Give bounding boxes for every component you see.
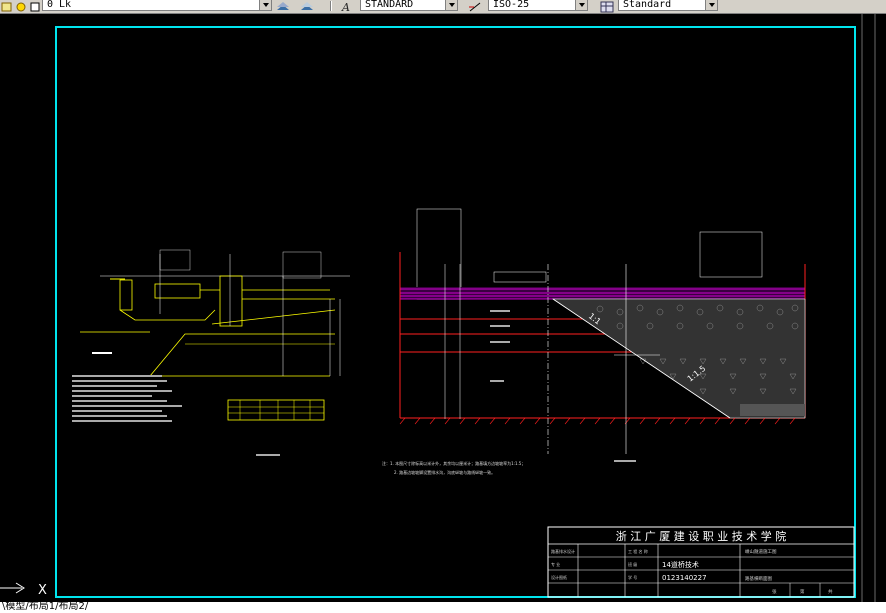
text-style-combo[interactable]: STANDARD xyxy=(360,0,458,11)
ucs-x-label: X xyxy=(38,583,47,598)
text-style-icon[interactable]: A xyxy=(340,0,354,14)
toolbar-separator xyxy=(330,1,332,11)
layer-previous-icon[interactable] xyxy=(300,0,314,12)
row-label: 班 级 xyxy=(628,561,637,567)
row-label: 设计图纸 xyxy=(551,574,567,580)
table-style-combo[interactable]: Standard xyxy=(618,0,718,11)
class-label: 14道桥技术 xyxy=(662,560,699,569)
note-line: 2. 路基边坡坡脚设置排水沟，沟底纵坡与路线纵坡一致。 xyxy=(394,469,495,475)
ucs-icon: X xyxy=(0,582,47,598)
school-name: 浙 江 广 厦 建 设 职 业 技 术 学 院 xyxy=(616,529,786,543)
notes: 注：1. 本图尺寸除标高以米计外，其余均以厘米计；路基填方边坡坡率为1:1.5；… xyxy=(382,460,525,475)
sheet-name: 路基横断面图 xyxy=(745,575,772,582)
text-style-value: STANDARD xyxy=(365,0,414,10)
student-id: 0123140227 xyxy=(662,574,707,582)
chevron-down-icon[interactable] xyxy=(705,0,717,10)
total-label: 共 xyxy=(828,588,833,595)
row-label: 路基排水设计 xyxy=(551,548,575,554)
table-style-value: Standard xyxy=(623,0,672,10)
drawing-canvas[interactable]: 1:1 1:1.5 注：1. 本图尺寸除标高以米计外，其余均以厘米计；路基填方边… xyxy=(0,14,886,613)
svg-text:A: A xyxy=(341,1,350,13)
right-section: 1:1 1:1.5 xyxy=(399,208,806,462)
title-block: 浙 江 广 厦 建 设 职 业 技 术 学 院 路基排水设计 专 业 设计图纸 … xyxy=(547,526,855,598)
page-label: 张 xyxy=(772,588,777,595)
layer-combo-value: 0 Lk xyxy=(47,0,72,10)
drawing-svg: 1:1 1:1.5 注：1. 本图尺寸除标高以米计外，其余均以厘米计；路基填方边… xyxy=(0,14,876,613)
sheet-label: 第 xyxy=(800,588,805,595)
dim-style-combo[interactable]: ISO-25 xyxy=(488,0,588,11)
row-label: 专 业 xyxy=(551,561,560,567)
layer-manager-icon[interactable] xyxy=(276,0,290,12)
chevron-down-icon[interactable] xyxy=(575,0,587,10)
chevron-down-icon[interactable] xyxy=(259,0,271,10)
dim-style-value: ISO-25 xyxy=(493,0,530,10)
row-label: 工 程 名 称 xyxy=(628,548,648,554)
layout-tabs[interactable]: \模型/布局1/布局2/ xyxy=(0,602,886,613)
toolbar: 0 Lk A STANDARD ISO-25 Standard xyxy=(0,0,886,14)
project-name: 嵊山隧道施工图 xyxy=(745,548,777,555)
row-label: 学 号 xyxy=(628,574,637,580)
layer-color-icon[interactable] xyxy=(28,0,42,12)
note-line: 注：1. 本图尺寸除标高以米计外，其余均以厘米计；路基填方边坡坡率为1:1.5； xyxy=(382,460,525,466)
layer-combo[interactable]: 0 Lk xyxy=(42,0,272,11)
layout-tabs-text: \模型/布局1/布局2/ xyxy=(2,602,89,612)
chevron-down-icon[interactable] xyxy=(445,0,457,10)
left-detail xyxy=(72,249,350,456)
table-style-icon[interactable] xyxy=(600,0,614,13)
layer-state-icon[interactable] xyxy=(0,0,14,12)
dimension-style-icon[interactable] xyxy=(468,0,482,12)
layer-freeze-icon[interactable] xyxy=(14,0,28,12)
